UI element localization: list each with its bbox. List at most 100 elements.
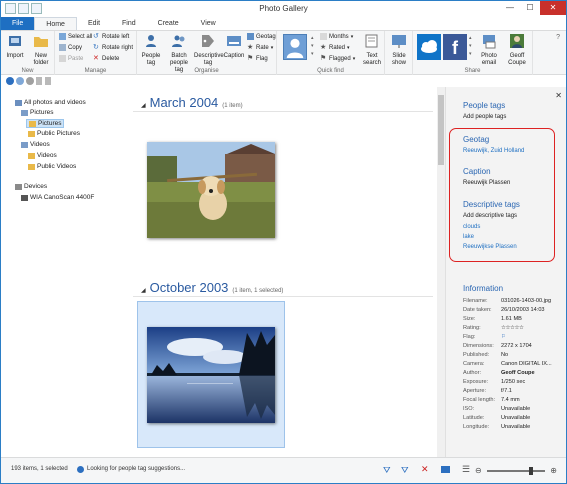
slide-show-icon[interactable] — [441, 466, 450, 473]
tree-item-pictures[interactable]: Pictures — [21, 109, 53, 116]
people-tag-button[interactable]: People tag — [139, 33, 163, 67]
slide-show-button[interactable]: Slide show — [387, 33, 411, 67]
tab-create[interactable]: Create — [147, 17, 190, 30]
new-folder-button[interactable]: New folder — [28, 33, 54, 67]
close-icon[interactable]: ✕ — [540, 1, 566, 15]
back-icon[interactable] — [6, 77, 14, 85]
info-row: Aperture: f/7.1 — [463, 388, 563, 394]
tab-edit[interactable]: Edit — [77, 17, 111, 30]
tag-item[interactable]: lake — [463, 234, 474, 240]
window-title: Photo Gallery — [259, 4, 308, 13]
help-icon[interactable]: ? — [556, 34, 560, 41]
flag-button[interactable]: ⚑ Flag — [247, 55, 268, 62]
folder-icon — [28, 152, 35, 159]
rate-label: Rate — [256, 44, 269, 51]
info-value[interactable]: ⚐ — [501, 334, 506, 340]
section-header[interactable]: ◢ October 2003 (1 item, 1 selected) — [141, 280, 283, 295]
geotag-icon — [247, 33, 254, 40]
tree-item-pictures-folder[interactable]: Pictures — [26, 119, 65, 128]
people-filter-tile[interactable] — [283, 34, 307, 60]
tab-find[interactable]: Find — [111, 17, 147, 30]
redo-icon[interactable] — [45, 77, 51, 85]
gallery-scrollbar[interactable] — [437, 87, 445, 457]
photo-thumbnail[interactable] — [147, 327, 275, 423]
rotate-left-icon[interactable]: ⛛ — [383, 465, 391, 476]
import-button[interactable]: Import — [4, 33, 26, 60]
close-pane-icon[interactable]: ✕ — [555, 91, 562, 100]
delete-label: Delete — [102, 55, 120, 62]
paste-button[interactable]: Paste — [59, 55, 83, 62]
undo-icon[interactable] — [36, 77, 42, 85]
delete-button[interactable]: ✕ Delete — [93, 55, 119, 62]
select-all-button[interactable]: Select all — [59, 33, 92, 40]
geotag-value[interactable]: Reeuwijk, Zuid Holland — [463, 148, 524, 154]
share-scroll-arrows[interactable]: ▴ ▾ ▾ — [469, 34, 475, 60]
info-row: Size: 1.61 MB — [463, 316, 563, 322]
scrollbar-thumb[interactable] — [438, 95, 444, 165]
tab-home[interactable]: Home — [34, 17, 77, 30]
group-organise: People tag Batch people tag Descriptive … — [137, 31, 277, 75]
tree-item-public-videos[interactable]: Public Videos — [28, 163, 76, 170]
zoom-out-icon[interactable]: ⊖ — [475, 466, 482, 475]
geotag-button[interactable]: Geotag — [247, 33, 276, 40]
tree-item-public-pictures[interactable]: Public Pictures — [28, 130, 80, 137]
add-people-tags-link[interactable]: Add people tags — [463, 114, 506, 120]
puppy-photo — [147, 142, 275, 238]
photo-email-button[interactable]: Photo email — [477, 33, 501, 67]
info-value: 7.4 mm — [501, 397, 520, 403]
tree-item-videos-folder[interactable]: Videos — [28, 152, 57, 159]
tree-label: Public Videos — [37, 163, 77, 170]
chevron-down-icon: ▾ — [352, 55, 356, 62]
photo-email-icon — [483, 35, 496, 49]
zoom-in-icon[interactable]: ⊕ — [550, 466, 557, 475]
info-value[interactable]: ☆☆☆☆☆ — [501, 325, 524, 331]
tag-item[interactable]: Reeuwijkse Plassen — [463, 244, 517, 250]
rotate-right-icon[interactable]: ⛛ — [401, 465, 409, 476]
rated-button[interactable]: ★ Rated ▾ — [320, 44, 350, 51]
rate-button[interactable]: ★ Rate ▾ — [247, 44, 273, 51]
tab-view[interactable]: View — [190, 17, 227, 30]
rotate-left-button[interactable]: ↺ Rotate left — [93, 33, 129, 40]
tree-item-devices[interactable]: Devices — [15, 183, 47, 190]
section-header[interactable]: ◢ March 2004 (1 item) — [141, 95, 243, 110]
onedrive-tile[interactable] — [417, 34, 441, 60]
add-descriptive-tags-link[interactable]: Add descriptive tags — [463, 213, 517, 219]
caption-button[interactable]: Caption — [223, 33, 245, 60]
minimize-icon[interactable]: — — [500, 1, 520, 15]
tree-item-videos[interactable]: Videos — [21, 141, 50, 148]
zoom-track[interactable] — [487, 470, 545, 472]
photo-thumbnail[interactable] — [147, 142, 275, 238]
info-value: Unavailable — [501, 424, 531, 430]
videos-icon — [21, 141, 28, 148]
section-count: (1 item, 1 selected) — [232, 288, 284, 294]
zoom-slider[interactable]: ⊖ ⊕ — [475, 466, 557, 475]
copy-button[interactable]: Copy — [59, 44, 82, 51]
details-view-icon[interactable]: ☰ — [462, 464, 470, 475]
caption-value[interactable]: Reeuwijk Plassen — [463, 180, 510, 186]
folder-icon — [28, 163, 35, 170]
info-value: Unavailable — [501, 415, 531, 421]
months-button[interactable]: Months ▾ — [320, 33, 353, 40]
user-button[interactable]: Geoff Coupe — [503, 33, 531, 67]
info-value[interactable]: Geoff Coupe — [501, 370, 535, 376]
descriptive-tag-button[interactable]: Descriptive tag — [194, 33, 224, 67]
maximize-icon[interactable]: ☐ — [520, 1, 540, 15]
text-search-button[interactable]: Text search — [361, 33, 383, 67]
tag-item[interactable]: clouds — [463, 224, 480, 230]
facebook-tile[interactable]: f — [443, 34, 467, 60]
zoom-knob[interactable] — [528, 467, 533, 475]
collapse-icon: ◢ — [141, 288, 146, 294]
flagged-button[interactable]: ⚑ Flagged ▾ — [320, 55, 355, 62]
batch-people-tag-icon — [172, 35, 185, 47]
info-row: Rating: ☆☆☆☆☆ — [463, 325, 563, 331]
forward-icon[interactable] — [16, 77, 24, 85]
flag-icon: ⚑ — [320, 55, 327, 62]
tree-item-scanner[interactable]: WIA CanoScan 4400F — [21, 194, 94, 201]
info-key: Filename: — [463, 298, 488, 304]
tree-item-all-photos[interactable]: All photos and videos — [15, 99, 86, 106]
tab-file[interactable]: File — [1, 17, 35, 30]
gallery-scroll-arrows[interactable]: ▴ ▾ ▾ — [311, 34, 317, 60]
delete-icon[interactable]: ✕ — [421, 464, 429, 475]
rotate-right-button[interactable]: ↻ Rotate right — [93, 44, 133, 51]
refresh-icon[interactable] — [26, 77, 34, 85]
